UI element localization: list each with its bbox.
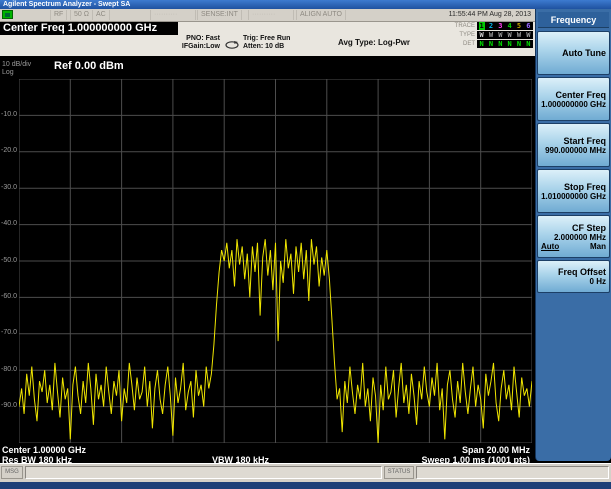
trace-indicator-digit: N <box>497 40 503 48</box>
coupling-indicator: AC <box>92 10 110 20</box>
softkey-value: 0 Hz <box>590 277 606 286</box>
trace-indicator-digit: W <box>507 31 513 39</box>
spectrum-plot <box>19 79 532 443</box>
softkey-start-freq[interactable]: Start Freq990.000000 MHz <box>537 123 610 167</box>
y-axis-tick-label: -10.0 <box>0 111 17 118</box>
softkey-panel: Frequency Auto Tune Center Freq1.00000000… <box>535 9 611 461</box>
spectrum-plot-svg <box>19 79 532 443</box>
softkey-stop-freq[interactable]: Stop Freq1.010000000 GHz <box>537 169 610 213</box>
trace-indicator-digit: 3 <box>497 22 503 30</box>
y-axis-tick-label: -90.0 <box>0 402 17 409</box>
msg-field <box>25 466 382 479</box>
y-axis-tick-label: -20.0 <box>0 147 17 154</box>
log-scale-label: Log <box>2 69 14 76</box>
pno-label: PNO: Fast <box>160 35 220 43</box>
menu-title-frequency: Frequency <box>538 12 609 28</box>
msg-label: MSG <box>1 466 23 479</box>
trace-indicator-digit: W <box>497 31 503 39</box>
trace-indicator-digit: 5 <box>516 22 522 30</box>
ifgain-label: IFGain:Low <box>160 43 220 51</box>
status-label: STATUS <box>384 466 414 479</box>
graph-region: 10 dB/div Log Ref 0.00 dBm Center 1.0000… <box>0 56 535 463</box>
window-titlebar: Agilent Spectrum Analyzer - Swept SA <box>0 0 611 9</box>
continuous-sweep-icon <box>224 37 240 55</box>
status-strip: RF 50 Ω AC ·········· SENSE:INT ········… <box>0 9 535 22</box>
center-annotation: Center 1.00000 GHz <box>2 445 86 455</box>
trace-row-values: 123456 <box>477 22 533 30</box>
toggle-option-man[interactable]: Man <box>590 242 606 251</box>
lxi-glyph <box>5 13 10 17</box>
lxi-status-indicator <box>2 10 13 19</box>
y-axis-tick-label: -60.0 <box>0 293 17 300</box>
bottom-edge-strip <box>0 482 611 489</box>
toggle-option-auto[interactable]: Auto <box>541 242 559 251</box>
trigger-settings: Trig: Free Run Atten: 10 dB <box>243 35 290 51</box>
auto-man-toggle[interactable]: Auto Man <box>541 242 606 251</box>
rf-input-indicator: RF <box>50 10 67 20</box>
softkey-center-freq[interactable]: Center Freq1.000000000 GHz <box>537 77 610 121</box>
trace-indicator-digit: N <box>479 40 485 48</box>
span-annotation: Span 20.00 MHz <box>462 445 530 455</box>
trace-row-values: NNNNNN <box>477 40 533 48</box>
ref-level-label: Ref 0.00 dBm <box>54 60 124 72</box>
measurement-bar: Center Freq 1.000000000 GHz PNO: Fast IF… <box>0 22 535 56</box>
trace-indicator-row: DETNNNNNN <box>451 40 533 48</box>
trace-row-values: WWWWWW <box>477 31 533 39</box>
softkey-value: 1.010000000 GHz <box>541 192 606 201</box>
trace-indicator-digit: W <box>525 31 531 39</box>
y-axis-tick-label: -80.0 <box>0 366 17 373</box>
trace-row-label: TYPE <box>451 32 477 38</box>
trace-indicator-digit: W <box>488 31 494 39</box>
status-field <box>416 466 609 479</box>
softkey-label: Auto Tune <box>562 48 606 58</box>
softkey-label: Start Freq <box>563 136 606 146</box>
window-title: Agilent Spectrum Analyzer - Swept SA <box>3 1 130 8</box>
trace-row-label: DET <box>451 41 477 47</box>
trace-indicator-block: TRACE123456TYPEWWWWWWDETNNNNNN <box>451 22 533 49</box>
pno-settings: PNO: Fast IFGain:Low <box>160 35 220 51</box>
trace-indicator-digit: N <box>488 40 494 48</box>
sense-indicator: SENSE:INT <box>197 10 242 20</box>
softkey-label: Center Freq <box>555 90 606 100</box>
avg-type-label: Avg Type: Log-Pwr <box>338 38 410 47</box>
softkey-label: Freq Offset <box>558 267 606 277</box>
align-indicator: ALIGN AUTO <box>296 10 346 20</box>
trace-row-label: TRACE <box>451 23 477 29</box>
y-axis-tick-label: -40.0 <box>0 220 17 227</box>
trace-indicator-digit: 1 <box>479 22 485 30</box>
trace-indicator-row: TRACE123456 <box>451 22 533 30</box>
footer-status-bar: MSG STATUS <box>0 463 611 482</box>
softkey-auto-tune[interactable]: Auto Tune <box>537 31 610 75</box>
trace-indicator-digit: 6 <box>525 22 531 30</box>
y-axis-tick-label: -30.0 <box>0 184 17 191</box>
status-placeholder-2: ·········· <box>248 10 294 20</box>
datetime-readout: 11:55:44 PM Aug 28, 2013 <box>438 10 534 20</box>
softkey-cf-step[interactable]: CF Step2.000000 MHzAuto Man <box>537 215 610 258</box>
trace-indicator-digit: 2 <box>488 22 494 30</box>
y-axis-tick-label: -50.0 <box>0 257 17 264</box>
softkey-value: 990.000000 MHz <box>545 146 606 155</box>
softkey-freq-offset[interactable]: Freq Offset0 Hz <box>537 260 610 293</box>
softkey-label: Stop Freq <box>564 182 606 192</box>
trace-indicator-digit: N <box>525 40 531 48</box>
impedance-indicator: 50 Ω <box>70 10 93 20</box>
softkey-value: 1.000000000 GHz <box>541 100 606 109</box>
trig-label: Trig: Free Run <box>243 35 290 43</box>
trace-indicator-digit: W <box>516 31 522 39</box>
trace-indicator-digit: N <box>507 40 513 48</box>
scale-per-div-label: 10 dB/div <box>2 61 31 68</box>
trace-indicator-digit: 4 <box>507 22 513 30</box>
spectrum-analyzer-screen: Agilent Spectrum Analyzer - Swept SA RF … <box>0 0 611 489</box>
center-freq-readout: Center Freq 1.000000000 GHz <box>0 22 178 35</box>
trace-indicator-digit: N <box>516 40 522 48</box>
softkey-value: 2.000000 MHz <box>554 233 606 242</box>
softkey-label: CF Step <box>572 223 606 233</box>
y-axis-tick-label: -70.0 <box>0 329 17 336</box>
status-placeholder-1: ·········· <box>150 10 196 20</box>
atten-label: Atten: 10 dB <box>243 43 290 51</box>
softkey-button-stack: Auto TuneCenter Freq1.000000000 GHzStart… <box>537 31 610 295</box>
trace-indicator-digit: W <box>479 31 485 39</box>
trace-indicator-row: TYPEWWWWWW <box>451 31 533 39</box>
